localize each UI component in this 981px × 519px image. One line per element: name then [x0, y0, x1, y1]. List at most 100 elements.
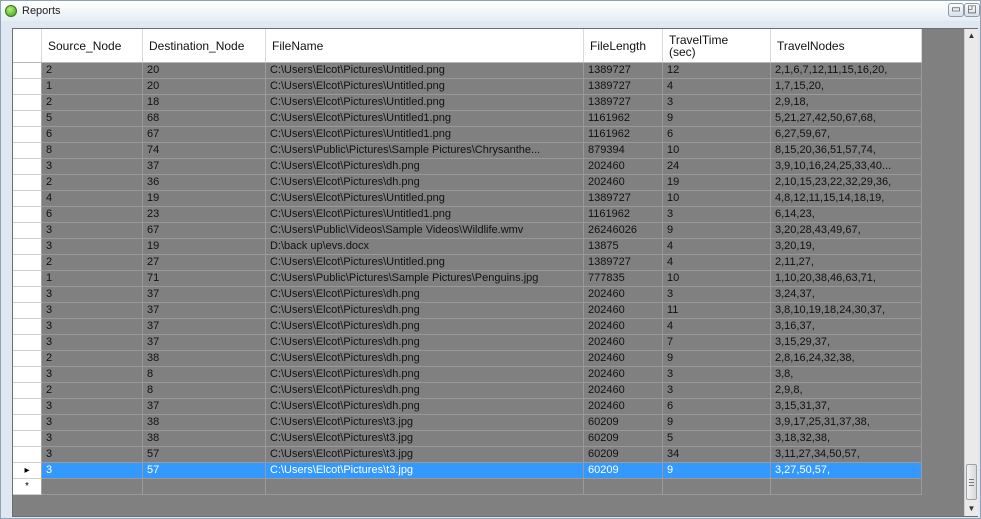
table-cell-source-node[interactable]: 3 — [42, 447, 143, 463]
table-cell-traveltime[interactable]: 9 — [663, 111, 771, 127]
table-row[interactable]: ▸ 3 57 C:\Users\Elcot\Pictures\t3.jpg 60209 9… — [13, 463, 922, 479]
table-cell-traveltime[interactable]: 6 — [663, 127, 771, 143]
scroll-down-arrow-icon[interactable]: ▼ — [965, 502, 978, 516]
table-cell-traveltime[interactable]: 4 — [663, 239, 771, 255]
table-cell-source-node[interactable]: 2 — [42, 383, 143, 399]
table-row[interactable]: 1 20 C:\Users\Elcot\Pictures\Untitled.png 1… — [13, 79, 922, 95]
table-cell-source-node[interactable]: 3 — [42, 335, 143, 351]
table-cell-travelnodes[interactable]: 3,20,19, — [771, 239, 922, 255]
table-cell-travelnodes[interactable]: 8,15,20,36,51,57,74, — [771, 143, 922, 159]
table-row[interactable]: 3 8 C:\Users\Elcot\Pictures\dh.png 202460 3 3… — [13, 367, 922, 383]
table-row[interactable]: 6 67 C:\Users\Elcot\Pictures\Untitled1.png… — [13, 127, 922, 143]
table-row[interactable]: 3 37 C:\Users\Elcot\Pictures\dh.png 202460 2… — [13, 159, 922, 175]
table-cell-traveltime[interactable]: 6 — [663, 399, 771, 415]
table-cell-source-node[interactable]: 1 — [42, 79, 143, 95]
table-cell-destination-node[interactable]: 19 — [143, 191, 266, 207]
scroll-thumb[interactable] — [966, 464, 977, 500]
table-cell-source-node[interactable]: 3 — [42, 431, 143, 447]
table-row[interactable]: 5 68 C:\Users\Elcot\Pictures\Untitled1.png… — [13, 111, 922, 127]
table-row[interactable]: 3 38 C:\Users\Elcot\Pictures\t3.jpg 60209 5 3… — [13, 431, 922, 447]
table-cell-destination-node[interactable]: 27 — [143, 255, 266, 271]
table-cell-source-node[interactable]: 3 — [42, 239, 143, 255]
row-header[interactable] — [13, 191, 42, 207]
row-header[interactable] — [13, 447, 42, 463]
row-header[interactable] — [13, 319, 42, 335]
table-cell-source-node[interactable]: 5 — [42, 111, 143, 127]
table-cell-travelnodes[interactable]: 3,11,27,34,50,57, — [771, 447, 922, 463]
table-cell-filename[interactable]: C:\Users\Elcot\Pictures\Untitled.png — [266, 191, 584, 207]
table-cell-traveltime[interactable]: 10 — [663, 191, 771, 207]
table-cell-filelength[interactable]: 202460 — [584, 159, 663, 175]
table-cell-source-node[interactable]: 2 — [42, 255, 143, 271]
row-header[interactable] — [13, 95, 42, 111]
table-cell-destination-node[interactable]: 18 — [143, 95, 266, 111]
table-cell-traveltime[interactable]: 3 — [663, 367, 771, 383]
table-cell-traveltime[interactable]: 34 — [663, 447, 771, 463]
row-header[interactable] — [13, 287, 42, 303]
row-header[interactable] — [13, 127, 42, 143]
table-cell-filename[interactable]: C:\Users\Elcot\Pictures\dh.png — [266, 335, 584, 351]
table-cell-source-node[interactable]: 3 — [42, 159, 143, 175]
table-cell-destination-node[interactable]: 57 — [143, 447, 266, 463]
table-cell-travelnodes[interactable]: 2,8,16,24,32,38, — [771, 351, 922, 367]
table-cell-source-node[interactable]: 8 — [42, 143, 143, 159]
new-row-cell[interactable] — [42, 479, 143, 495]
table-cell-destination-node[interactable]: 37 — [143, 287, 266, 303]
table-cell-travelnodes[interactable]: 6,14,23, — [771, 207, 922, 223]
table-cell-traveltime[interactable]: 4 — [663, 255, 771, 271]
row-header[interactable] — [13, 271, 42, 287]
table-cell-travelnodes[interactable]: 3,15,29,37, — [771, 335, 922, 351]
table-cell-filelength[interactable]: 202460 — [584, 399, 663, 415]
table-cell-traveltime[interactable]: 3 — [663, 287, 771, 303]
table-row[interactable]: 2 38 C:\Users\Elcot\Pictures\dh.png 202460 9… — [13, 351, 922, 367]
table-cell-travelnodes[interactable]: 3,9,17,25,31,37,38, — [771, 415, 922, 431]
new-row-cell[interactable] — [266, 479, 584, 495]
table-cell-travelnodes[interactable]: 3,8, — [771, 367, 922, 383]
table-cell-traveltime[interactable]: 9 — [663, 223, 771, 239]
table-row[interactable]: 3 38 C:\Users\Elcot\Pictures\t3.jpg 60209 9 3… — [13, 415, 922, 431]
table-cell-travelnodes[interactable]: 2,10,15,23,22,32,29,36, — [771, 175, 922, 191]
table-cell-source-node[interactable]: 3 — [42, 319, 143, 335]
table-cell-traveltime[interactable]: 3 — [663, 383, 771, 399]
table-cell-travelnodes[interactable]: 2,9,18, — [771, 95, 922, 111]
table-cell-filelength[interactable]: 60209 — [584, 431, 663, 447]
table-cell-filename[interactable]: C:\Users\Elcot\Pictures\dh.png — [266, 367, 584, 383]
table-cell-destination-node[interactable]: 68 — [143, 111, 266, 127]
column-header-source-node[interactable]: Source_Node — [42, 29, 143, 62]
table-cell-filename[interactable]: C:\Users\Elcot\Pictures\Untitled1.png — [266, 111, 584, 127]
table-cell-travelnodes[interactable]: 1,7,15,20, — [771, 79, 922, 95]
table-row[interactable]: 3 57 C:\Users\Elcot\Pictures\t3.jpg 60209 34… — [13, 447, 922, 463]
table-cell-filelength[interactable]: 1161962 — [584, 207, 663, 223]
table-cell-destination-node[interactable]: 37 — [143, 159, 266, 175]
table-row[interactable]: 2 36 C:\Users\Elcot\Pictures\dh.png 202460 1… — [13, 175, 922, 191]
table-cell-filename[interactable]: C:\Users\Elcot\Pictures\dh.png — [266, 159, 584, 175]
table-cell-filelength[interactable]: 202460 — [584, 367, 663, 383]
table-cell-filelength[interactable]: 202460 — [584, 319, 663, 335]
table-cell-traveltime[interactable]: 9 — [663, 351, 771, 367]
table-cell-filelength[interactable]: 1389727 — [584, 63, 663, 79]
table-row[interactable]: 3 67 C:\Users\Public\Videos\Sample Videos\… — [13, 223, 922, 239]
table-cell-filename[interactable]: D:\back up\evs.docx — [266, 239, 584, 255]
table-row[interactable]: 3 37 C:\Users\Elcot\Pictures\dh.png 202460 1… — [13, 303, 922, 319]
row-header[interactable] — [13, 175, 42, 191]
table-cell-filename[interactable]: C:\Users\Public\Pictures\Sample Pictures… — [266, 271, 584, 287]
table-cell-traveltime[interactable]: 24 — [663, 159, 771, 175]
table-row[interactable]: 1 71 C:\Users\Public\Pictures\Sample Pictu… — [13, 271, 922, 287]
table-cell-travelnodes[interactable]: 3,15,31,37, — [771, 399, 922, 415]
table-cell-destination-node[interactable]: 8 — [143, 383, 266, 399]
table-cell-destination-node[interactable]: 19 — [143, 239, 266, 255]
table-cell-travelnodes[interactable]: 6,27,59,67, — [771, 127, 922, 143]
table-cell-filelength[interactable]: 879394 — [584, 143, 663, 159]
row-header[interactable] — [13, 399, 42, 415]
table-row[interactable]: 3 37 C:\Users\Elcot\Pictures\dh.png 202460 7… — [13, 335, 922, 351]
row-header[interactable] — [13, 143, 42, 159]
table-row[interactable]: 3 37 C:\Users\Elcot\Pictures\dh.png 202460 3… — [13, 287, 922, 303]
column-header-destination-node[interactable]: Destination_Node — [143, 29, 266, 62]
table-cell-destination-node[interactable]: 67 — [143, 127, 266, 143]
table-cell-filename[interactable]: C:\Users\Elcot\Pictures\dh.png — [266, 399, 584, 415]
header-corner[interactable] — [13, 29, 42, 62]
row-header[interactable] — [13, 415, 42, 431]
table-row[interactable]: 6 23 C:\Users\Elcot\Pictures\Untitled1.png… — [13, 207, 922, 223]
vertical-scrollbar[interactable]: ▲ ▼ — [964, 29, 978, 516]
table-cell-source-node[interactable]: 3 — [42, 287, 143, 303]
